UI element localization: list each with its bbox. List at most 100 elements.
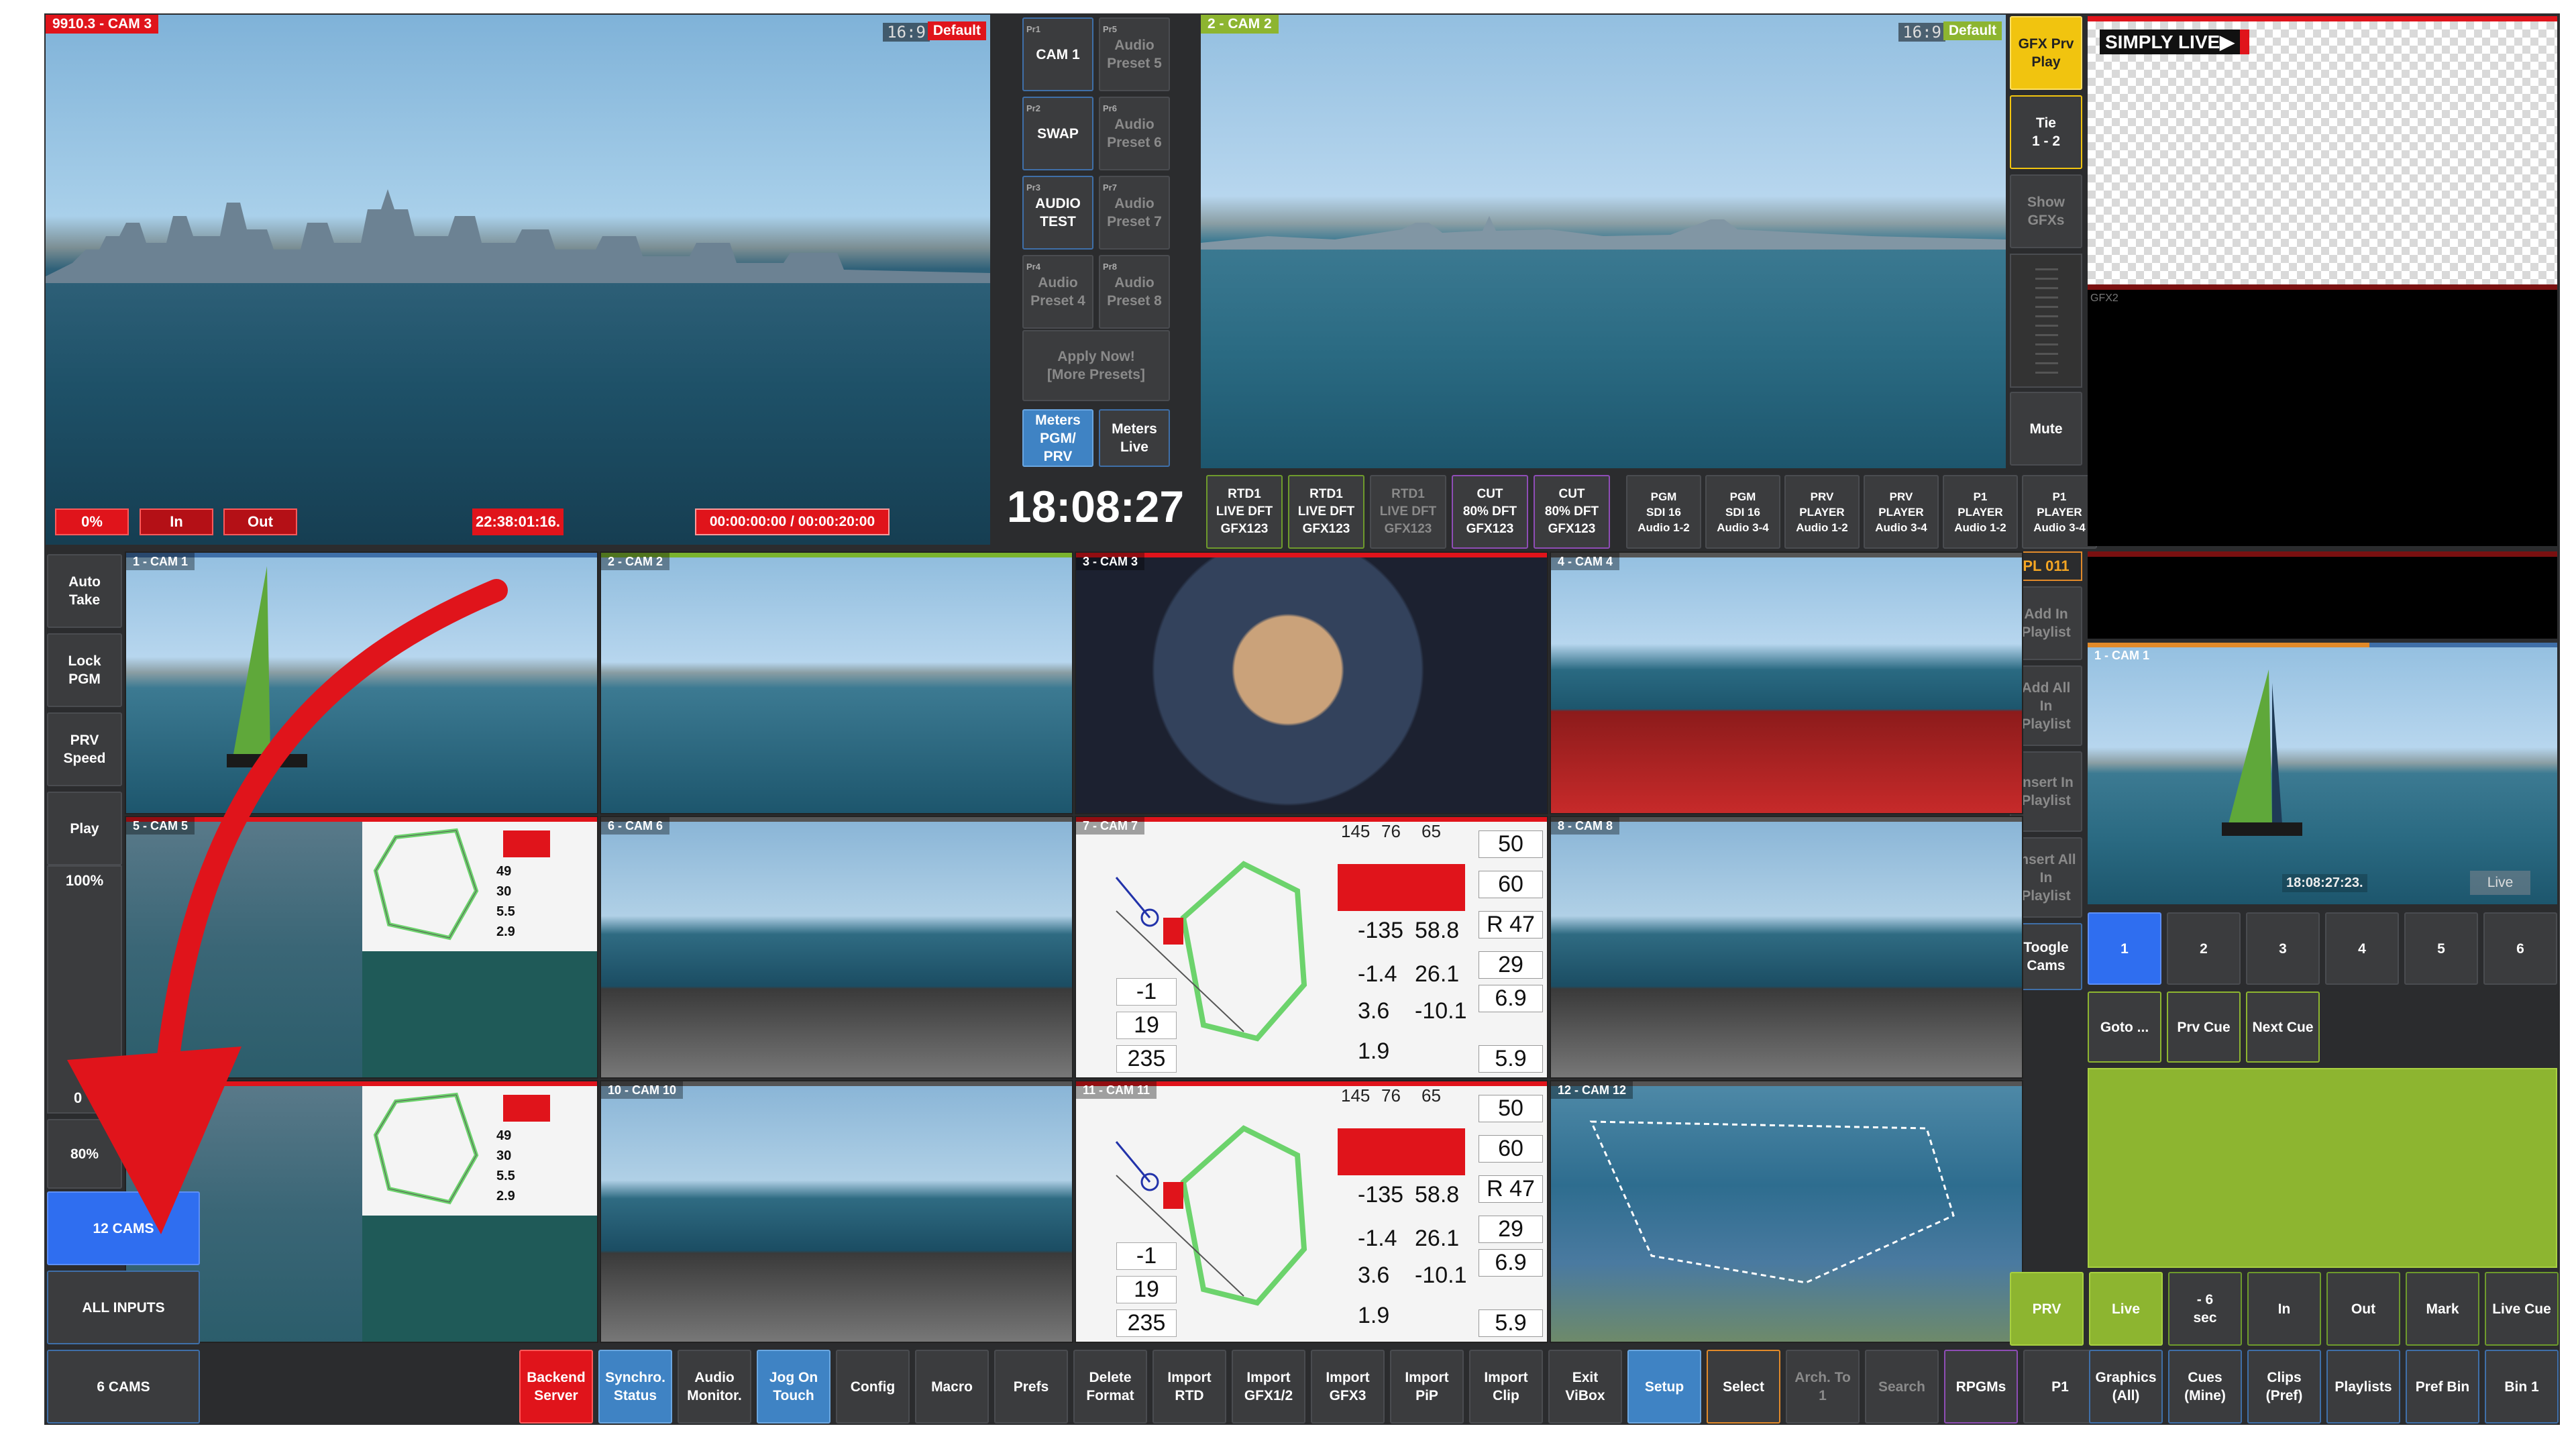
mute-button[interactable]: Mute [2010,392,2082,466]
program-monitor[interactable]: 2 - CAM 2 16:9 Default [1201,15,2006,468]
toolbar-button[interactable]: P1 [2023,1350,2097,1424]
library-tab[interactable]: Playlists [2326,1350,2400,1424]
audio-preset-button[interactable]: Pr4 Audio Preset 4 [1022,255,1093,329]
graphics-slot-button[interactable]: RTD1 LIVE DFT GFX123 [1288,475,1364,549]
toolbar-button[interactable]: Jog On Touch [757,1350,830,1424]
audio-preset-button[interactable]: Pr3 AUDIO TEST [1022,176,1093,250]
gfx-prv-play-button[interactable]: GFX Prv Play [2010,16,2082,90]
toolbar-button[interactable]: Import PiP [1390,1350,1464,1424]
preview-percent[interactable]: 0% [55,508,129,535]
library-tab[interactable]: Pref Bin [2406,1350,2479,1424]
toolbar-button[interactable]: Import GFX1/2 [1232,1350,1305,1424]
toolbar-button[interactable]: Macro [915,1350,989,1424]
toolbar-button[interactable]: Exit ViBox [1548,1350,1622,1424]
view-6-cams[interactable]: 6 CAMS [47,1350,200,1424]
audio-preset-button[interactable]: Pr5 Audio Preset 5 [1099,17,1170,91]
apply-now-button[interactable]: Apply Now! [More Presets] [1022,330,1170,401]
camera-tile[interactable]: 6 - CAM 6 [600,816,1073,1079]
telemetry-top-value: 65 [1421,1085,1441,1106]
telemetry-top-value: 76 [1381,1085,1401,1106]
toolbar-button[interactable]: Import Clip [1469,1350,1543,1424]
telemetry-top-value: 145 [1341,1085,1371,1106]
telemetry-top-value: 65 [1421,821,1441,841]
player-control-button[interactable]: - 6 sec [2168,1272,2242,1346]
cue-button[interactable]: Goto ... [2088,991,2161,1063]
preview-out-button[interactable]: Out [223,508,297,535]
cam-number-button[interactable]: 3 [2246,912,2320,985]
audio-route-button[interactable]: P1 PLAYER Audio 1-2 [1943,475,2018,549]
cue-area[interactable] [2088,1068,2557,1268]
preview-format-badge: Default [927,21,986,40]
view-all-inputs[interactable]: ALL INPUTS [47,1271,200,1344]
camera-tile[interactable]: 10 - CAM 10 [600,1080,1073,1343]
cam-number-button[interactable]: 2 [2167,912,2241,985]
camera-tile[interactable]: 145 76 65 50 60 R 47 29 6.9 5.9 -135 -1.4 3.6 1.9 58.… [1075,1080,1548,1343]
audio-route-button[interactable]: PRV PLAYER Audio 1-2 [1784,475,1860,549]
audio-route-button[interactable]: PGM SDI 16 Audio 1-2 [1626,475,1701,549]
graphics-slot-button[interactable]: RTD1 LIVE DFT GFX123 [1206,475,1283,549]
camera-tile[interactable]: 3 - CAM 3 [1075,551,1548,814]
audio-preset-button[interactable]: Pr2 SWAP [1022,97,1093,170]
cam-number-button[interactable]: 5 [2404,912,2478,985]
toolbar-button[interactable]: Select [1707,1350,1780,1424]
meters-pgm-prv-button[interactable]: Meters PGM/ PRV [1022,409,1093,467]
player-control-button[interactable]: Mark [2406,1272,2479,1346]
camera-tile[interactable]: 8 - CAM 8 [1550,816,2023,1079]
player-monitor[interactable]: 1 - CAM 1 18:08:27:23. Live [2088,643,2557,904]
telemetry-value: 5.9 [1479,1045,1543,1073]
player-control-button[interactable]: In [2247,1272,2321,1346]
camera-status-bar [601,817,1072,822]
graphics-slot-button[interactable]: RTD1 LIVE DFT GFX123 [1370,475,1446,549]
audio-preset-button[interactable]: Pr1 CAM 1 [1022,17,1093,91]
toolbar-button[interactable]: Search [1865,1350,1939,1424]
toolbar-button[interactable]: Import RTD [1152,1350,1226,1424]
cue-button[interactable]: Next Cue [2246,991,2320,1063]
show-gfxs-button[interactable]: Show GFXs [2010,174,2082,248]
cam-number-button[interactable]: 1 [2088,912,2161,985]
cam-number-button[interactable]: 6 [2483,912,2557,985]
player-control-button[interactable]: Live Cue [2485,1272,2559,1346]
telemetry-value: 235 [1116,1309,1177,1337]
audio-route-button[interactable]: PRV PLAYER Audio 3-4 [1864,475,1939,549]
camera-status-bar [1551,553,2022,557]
library-tab[interactable]: Bin 1 [2485,1350,2559,1424]
toolbar-button[interactable]: Config [836,1350,910,1424]
toolbar-button[interactable]: RPGMs [1944,1350,2018,1424]
audio-route-button[interactable]: PGM SDI 16 Audio 3-4 [1705,475,1780,549]
toolbar-button[interactable]: Import GFX3 [1311,1350,1385,1424]
toolbar-button[interactable]: Audio Monitor. [678,1350,751,1424]
gfx-fader[interactable] [2010,254,2082,388]
toolbar-button[interactable]: Delete Format [1073,1350,1147,1424]
audio-preset-button[interactable]: Pr6 Audio Preset 6 [1099,97,1170,170]
camera-tile[interactable]: 4 - CAM 4 [1550,551,2023,814]
telemetry-value: 50 [1479,830,1543,858]
player-control-button[interactable]: Out [2326,1272,2400,1346]
camera-status-bar [601,553,1072,557]
toolbar-button[interactable]: Prefs [994,1350,1068,1424]
player-control-button[interactable]: PRV [2010,1272,2084,1346]
library-tab[interactable]: Graphics (All) [2089,1350,2163,1424]
camera-tile[interactable]: 145 76 65 50 60 R 47 29 6.9 5.9 -135 -1.4 3.6 1.9 58.… [1075,816,1548,1079]
graphics-slot-button[interactable]: CUT 80% DFT GFX123 [1534,475,1610,549]
graphics-slot-button[interactable]: CUT 80% DFT GFX123 [1452,475,1528,549]
library-tab[interactable]: Clips (Pref) [2247,1350,2321,1424]
camera-tile[interactable]: 2 - CAM 2 [600,551,1073,814]
audio-preset-button[interactable]: Pr8 Audio Preset 8 [1099,255,1170,329]
library-tab[interactable]: Cues (Mine) [2168,1350,2242,1424]
cam-number-button[interactable]: 4 [2325,912,2399,985]
player-control-button[interactable]: Live [2089,1272,2163,1346]
cue-button[interactable]: Prv Cue [2167,991,2241,1063]
tie-button[interactable]: Tie 1 - 2 [2010,95,2082,169]
toolbar-button[interactable]: Backend Server [519,1350,593,1424]
preview-in-button[interactable]: In [140,508,213,535]
annotation-arrow-icon [67,579,508,1234]
toolbar-button[interactable]: Setup [1627,1350,1701,1424]
meters-live-button[interactable]: Meters Live [1099,409,1170,467]
toolbar-button[interactable]: Synchro. Status [598,1350,672,1424]
audio-route-button[interactable]: P1 PLAYER Audio 3-4 [2022,475,2097,549]
audio-preset-button[interactable]: Pr7 Audio Preset 7 [1099,176,1170,250]
preview-monitor[interactable]: 9910.3 - CAM 3 16:9 Default 0% In Out 22… [46,15,990,545]
camera-tile[interactable]: 12 - CAM 12 [1550,1080,2023,1343]
telemetry-value: 235 [1116,1045,1177,1073]
toolbar-button[interactable]: Arch. To 1 [1786,1350,1860,1424]
